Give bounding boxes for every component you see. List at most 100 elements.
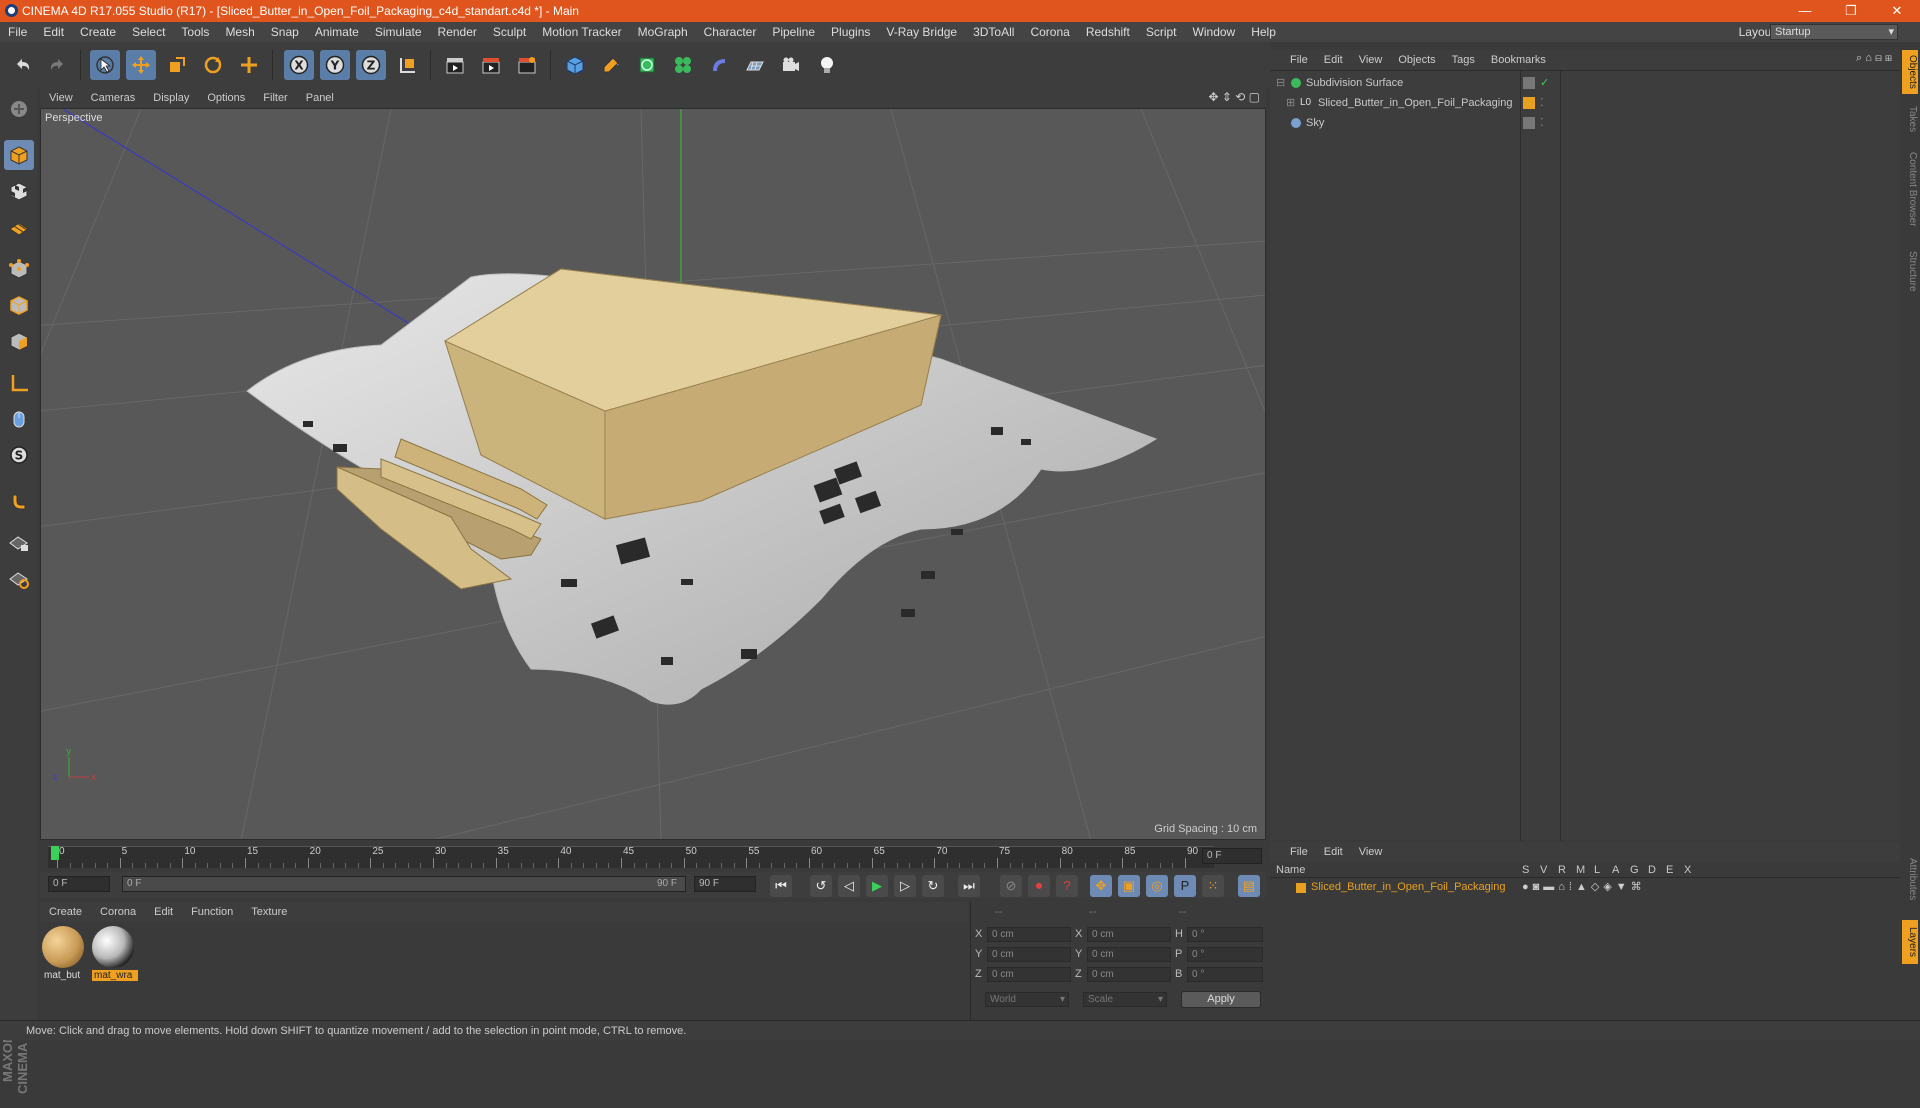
viewport-menu-panel[interactable]: Panel	[297, 92, 343, 104]
pen-spline-button[interactable]	[596, 50, 626, 80]
layer-toggle-icons[interactable]: ●◙▬⌂⁞▲◇◈▼⌘	[1522, 880, 1646, 893]
apply-button[interactable]: Apply	[1181, 991, 1261, 1008]
collapse-icon[interactable]: ⊟	[1276, 74, 1285, 92]
menu-animate[interactable]: Animate	[307, 25, 367, 39]
previous-frame-button[interactable]: ◁	[838, 875, 860, 897]
menu-redshift[interactable]: Redshift	[1078, 25, 1138, 39]
position-x-field[interactable]: 0 cm	[987, 927, 1071, 942]
menu-window[interactable]: Window	[1185, 25, 1244, 39]
viewport-nav-icons[interactable]: ✥ ⇕ ⟲ ▢	[1208, 90, 1260, 104]
menu-character[interactable]: Character	[696, 25, 765, 39]
expand-icon[interactable]: ⊞	[1286, 94, 1295, 112]
x-axis-button[interactable]: X	[284, 50, 314, 80]
material-menu-function[interactable]: Function	[182, 906, 242, 918]
object-row[interactable]: ⊞ L0 Sliced_Butter_in_Open_Foil_Packagin…	[1270, 94, 1900, 112]
material-swatch-wrapper[interactable]: mat_wra	[92, 926, 138, 986]
material-menu-corona[interactable]: Corona	[91, 906, 145, 918]
deformer-button[interactable]	[704, 50, 734, 80]
timeline-ruler[interactable]: 0 5 10 15 20 25 30 35 40 45 50 55 60 65 70 75 80 85 90 0 F	[40, 842, 1266, 872]
visibility-dots-icon[interactable]: ⁚	[1540, 94, 1544, 112]
layer-row[interactable]: Sliced_Butter_in_Open_Foil_Packaging ●◙▬…	[1270, 880, 1900, 896]
layer-menu-view[interactable]: View	[1351, 846, 1391, 858]
rotation-b-field[interactable]: 0 °	[1187, 967, 1263, 982]
material-menu-texture[interactable]: Texture	[242, 906, 296, 918]
object-menu-view[interactable]: View	[1351, 54, 1391, 66]
autokey-button[interactable]: ?	[1056, 875, 1078, 897]
move-button[interactable]	[126, 50, 156, 80]
object-menu-bookmarks[interactable]: Bookmarks	[1483, 54, 1554, 66]
rotation-h-field[interactable]: 0 °	[1187, 927, 1263, 942]
viewport-perspective[interactable]: Perspective y x z Grid Spacing: 10 cm	[40, 108, 1266, 840]
undo-button[interactable]	[8, 50, 38, 80]
layer-color-swatch[interactable]	[1296, 883, 1306, 893]
snapping-button[interactable]	[4, 486, 34, 516]
size-mode-select[interactable]: Scale ▾	[1083, 992, 1167, 1007]
make-editable-button[interactable]	[4, 94, 34, 124]
menu-motion-tracker[interactable]: Motion Tracker	[534, 25, 629, 39]
menu-mesh[interactable]: Mesh	[217, 25, 262, 39]
workplane-mode-button[interactable]	[4, 212, 34, 242]
layer-tag-icon[interactable]	[1523, 117, 1535, 129]
render-settings-button[interactable]	[512, 50, 542, 80]
viewport-menu-options[interactable]: Options	[198, 92, 254, 104]
position-y-field[interactable]: 0 cm	[987, 947, 1071, 962]
frame-range-slider[interactable]: 0 F 90 F	[122, 876, 686, 892]
edge-mode-button[interactable]	[4, 290, 34, 320]
menu-corona[interactable]: Corona	[1022, 25, 1077, 39]
record-keys-off-button[interactable]: ⊘	[1000, 875, 1022, 897]
cube-button[interactable]	[560, 50, 590, 80]
end-frame-field[interactable]: 0 F	[1202, 848, 1262, 864]
size-y-field[interactable]: 0 cm	[1087, 947, 1171, 962]
texture-mode-button[interactable]	[4, 176, 34, 206]
key-pla-button[interactable]: ⁙	[1202, 875, 1224, 897]
menu-vray-bridge[interactable]: V-Ray Bridge	[878, 25, 965, 39]
render-picture-viewer-button[interactable]	[476, 50, 506, 80]
menu-mograph[interactable]: MoGraph	[630, 25, 696, 39]
tab-attributes[interactable]: Attributes	[1902, 846, 1918, 912]
render-view-button[interactable]	[440, 50, 470, 80]
record-button[interactable]: ⏺	[1028, 875, 1050, 897]
light-button[interactable]	[812, 50, 842, 80]
point-mode-button[interactable]	[4, 254, 34, 284]
layer-tag-icon[interactable]	[1523, 77, 1535, 89]
polygon-mode-button[interactable]	[4, 326, 34, 356]
key-rotation-button[interactable]: ◎	[1146, 875, 1168, 897]
play-button[interactable]: ▶	[866, 875, 888, 897]
redo-button[interactable]	[42, 50, 72, 80]
go-to-end-button[interactable]: ⏭	[958, 875, 980, 897]
cloner-button[interactable]	[668, 50, 698, 80]
menu-simulate[interactable]: Simulate	[367, 25, 430, 39]
object-menu-edit[interactable]: Edit	[1316, 54, 1351, 66]
menu-tools[interactable]: Tools	[173, 25, 217, 39]
z-axis-button[interactable]: Z	[356, 50, 386, 80]
object-menu-file[interactable]: File	[1270, 54, 1316, 66]
position-z-field[interactable]: 0 cm	[987, 967, 1071, 982]
tab-layers[interactable]: Layers	[1902, 920, 1918, 964]
menu-edit[interactable]: Edit	[35, 25, 72, 39]
menu-plugins[interactable]: Plugins	[823, 25, 878, 39]
key-param-button[interactable]: P	[1174, 875, 1196, 897]
soft-selection-button[interactable]: S	[4, 440, 34, 470]
tab-content-browser[interactable]: Content Browser	[1902, 144, 1918, 234]
menu-render[interactable]: Render	[430, 25, 485, 39]
viewport-menu-view[interactable]: View	[40, 92, 82, 104]
key-position-button[interactable]: ✥	[1090, 875, 1112, 897]
minimize-button[interactable]: —	[1782, 0, 1828, 22]
menu-snap[interactable]: Snap	[263, 25, 307, 39]
viewport-menu-display[interactable]: Display	[144, 92, 198, 104]
previous-key-button[interactable]: ↺	[810, 875, 832, 897]
search-icon[interactable]: ⌕ ⌂ ⊟ ⊞	[1856, 52, 1892, 65]
tab-objects[interactable]: Objects	[1902, 50, 1918, 94]
tab-takes[interactable]: Takes	[1902, 102, 1918, 136]
coord-system-select[interactable]: World ▾	[985, 992, 1069, 1007]
menu-script[interactable]: Script	[1138, 25, 1185, 39]
locked-workplane-button[interactable]	[4, 528, 34, 558]
scale-button[interactable]	[162, 50, 192, 80]
go-to-start-button[interactable]: ⏮	[770, 875, 792, 897]
live-selection-button[interactable]	[90, 50, 120, 80]
layer-menu-edit[interactable]: Edit	[1316, 846, 1351, 858]
size-z-field[interactable]: 0 cm	[1087, 967, 1171, 982]
axis-mode-button[interactable]	[4, 368, 34, 398]
size-x-field[interactable]: 0 cm	[1087, 927, 1171, 942]
object-menu-objects[interactable]: Objects	[1390, 54, 1443, 66]
